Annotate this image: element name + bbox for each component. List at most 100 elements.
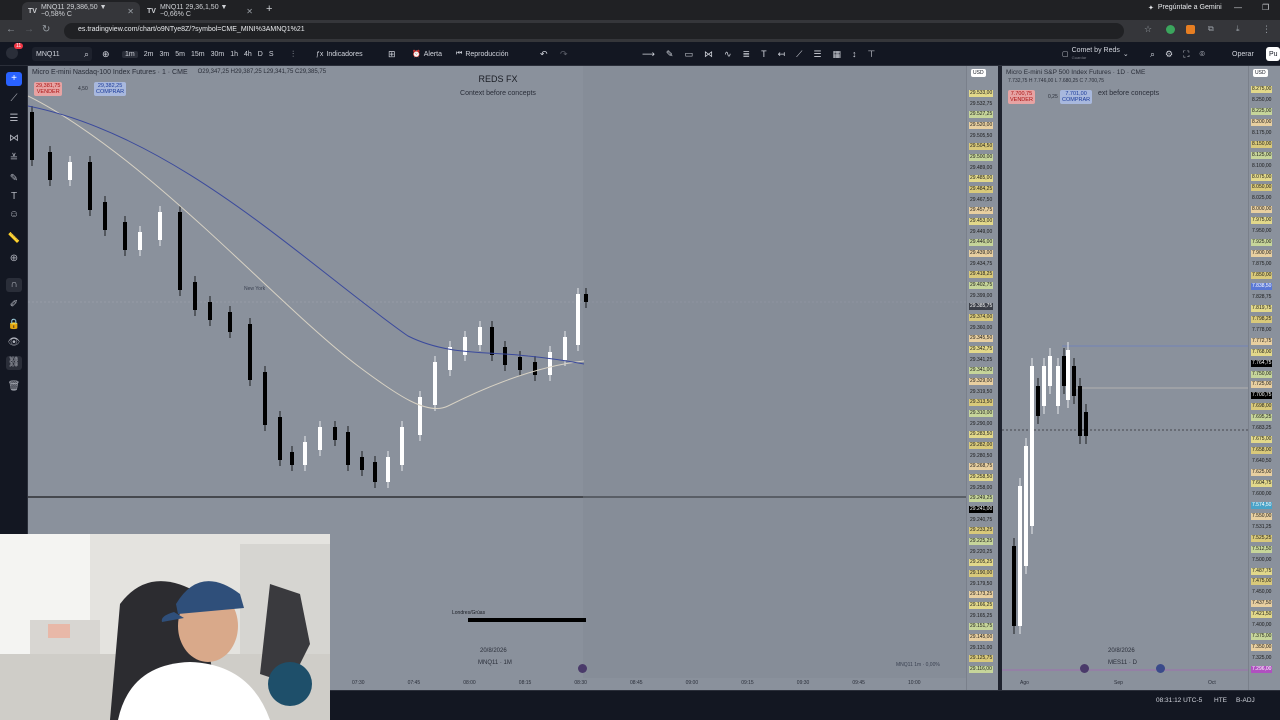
back-arrow-icon[interactable]: ← <box>6 24 16 35</box>
price-label: 8.150,00 <box>1251 140 1273 148</box>
channel-icon[interactable]: ☰ <box>813 49 821 60</box>
interval-D[interactable]: D <box>258 51 263 58</box>
text-icon[interactable]: T <box>6 190 22 204</box>
fib-icon[interactable]: ≣ <box>743 49 751 60</box>
extensions-puzzle-icon[interactable]: ⧉ <box>1208 24 1214 34</box>
minimize-icon[interactable]: — <box>1234 3 1242 12</box>
draw-mode-icon[interactable]: ✐ <box>6 298 22 312</box>
buy-button[interactable]: 7.701,00 COMPRAR <box>1060 90 1093 104</box>
sell-button[interactable]: 7.700,75 VENDER <box>1008 90 1035 104</box>
zoom-icon[interactable]: ⊕ <box>6 252 22 266</box>
candle <box>1018 486 1022 626</box>
pattern-icon[interactable]: ⋈ <box>6 132 22 146</box>
sell-button[interactable]: 29,381,75 VENDER <box>34 82 63 96</box>
time-tick: Sep <box>1114 680 1123 686</box>
event-marker-icon[interactable] <box>1080 664 1089 673</box>
pencil-icon[interactable]: ✎ <box>666 49 674 60</box>
interval-2m[interactable]: 2m <box>144 51 154 58</box>
gear-icon[interactable]: ⚙ <box>1165 49 1173 60</box>
interval-15m[interactable]: 15m <box>191 51 205 58</box>
emoji-icon[interactable]: ☺ <box>6 208 22 222</box>
crosshair-icon[interactable]: + <box>6 72 22 86</box>
forward-arrow-icon[interactable]: → <box>24 24 34 35</box>
trash-icon[interactable]: 🗑 <box>6 380 22 394</box>
interval-5m[interactable]: 5m <box>175 51 185 58</box>
menu-dots-icon[interactable]: ⋮ <box>1262 24 1271 35</box>
fullscreen-icon[interactable]: ⛶ <box>1183 49 1189 60</box>
search-icon[interactable]: ⌕ <box>84 47 89 61</box>
bookmark-star-icon[interactable]: ☆ <box>1144 24 1152 35</box>
browser-tab-1[interactable]: TV MNQ11 29,386,50 ▼ −0,58% C ✕ <box>22 2 140 20</box>
text-icon[interactable]: T <box>761 49 767 59</box>
symbol-search-input[interactable]: MNQ11 <box>32 47 92 61</box>
close-icon[interactable]: ✕ <box>246 7 253 16</box>
chart2-price-axis[interactable]: USD 8.275,00 8.250,00 8.225,00 8.200,00 8.17… <box>1248 66 1280 690</box>
download-icon[interactable]: ⤓ <box>1236 24 1240 34</box>
trend-line-icon[interactable]: ⟋ <box>6 92 22 106</box>
interval-3m[interactable]: 3m <box>159 51 169 58</box>
interval-4h[interactable]: 4h <box>244 51 252 58</box>
vertical-line-icon[interactable]: ↕ <box>852 49 857 59</box>
browser-tab-2[interactable]: TV MNQ11 29,36,1,50 ▼ −0,66% C ✕ <box>141 2 259 20</box>
url-field[interactable]: es.tradingview.com/chart/o9NTye8Z/?symbo… <box>64 23 1124 39</box>
alert-button[interactable]: ⏰ Alerta <box>412 47 442 61</box>
chart1-price-axis[interactable]: USD 29.533,00 29.532,75 29.527,25 29.520,00… <box>966 66 998 690</box>
interval-1h[interactable]: 1h <box>230 51 238 58</box>
eye-icon[interactable]: 👁 <box>6 336 22 350</box>
compare-plus-icon[interactable]: ⊕ <box>102 47 110 61</box>
horizontal-line-icon[interactable]: ⟶ <box>642 49 655 60</box>
ruler-icon[interactable]: 📏 <box>6 232 22 246</box>
price-label: 29.205,25 <box>969 559 994 567</box>
brush-icon[interactable]: ✎ <box>6 172 22 186</box>
gemini-button[interactable]: ✦ Pregúntale a Gemini <box>1148 4 1222 12</box>
search-icon[interactable]: ⌕ <box>1150 49 1155 60</box>
price-label: 8.100,00 <box>1252 162 1272 169</box>
candle <box>228 312 232 332</box>
new-tab-plus-icon[interactable]: + <box>266 3 272 15</box>
undo-icon[interactable]: ↶ <box>540 47 548 61</box>
adjustment-toggle[interactable]: B-ADJ <box>1236 697 1255 704</box>
candle <box>278 417 282 460</box>
magnet-icon[interactable]: ∩ <box>6 278 22 292</box>
trade-button[interactable]: Operar <box>1232 47 1254 61</box>
chart1-ohlc: O29,347,25 H29,387,25 L29,341,75 C29,385… <box>197 69 327 75</box>
event-marker-icon[interactable] <box>1156 664 1165 673</box>
sp500-chart-pane[interactable]: Micro E-mini S&P 500 Index Futures · 1D … <box>1002 66 1248 690</box>
indicators-button[interactable]: ƒx Indicadores <box>316 47 363 61</box>
interval-S[interactable]: S <box>269 51 274 58</box>
publish-button[interactable]: Pu <box>1266 47 1280 61</box>
interval-30m[interactable]: 30m <box>211 51 225 58</box>
camera-icon[interactable]: ⌾ <box>1199 49 1204 60</box>
clock-readout[interactable]: 08:31:12 UTC-5 <box>1156 697 1202 704</box>
buy-button[interactable]: 29,382,25 COMPRAR <box>94 82 127 96</box>
layout-grid-icon[interactable]: ⊞ <box>388 47 396 61</box>
trend-line-icon[interactable]: ⟋ <box>796 49 802 60</box>
session-readout[interactable]: HTE <box>1214 697 1227 704</box>
restore-icon[interactable]: ❐ <box>1262 3 1269 12</box>
replay-button[interactable]: ⏮ Reproducción <box>456 47 509 61</box>
layout-menu-button[interactable]: ▢ Comet by Reds Guardar ⌄ <box>1062 47 1129 61</box>
candle <box>68 162 72 180</box>
candle <box>360 457 364 470</box>
arrow-left-icon[interactable]: ↤ <box>778 49 786 60</box>
redo-icon[interactable]: ↷ <box>560 47 568 61</box>
extension-icon[interactable] <box>1186 25 1195 34</box>
candle <box>386 457 390 482</box>
projection-icon[interactable]: ≚ <box>6 152 22 166</box>
rectangle-icon[interactable]: ▭ <box>684 49 693 60</box>
price-label: 29.453,00 <box>969 218 994 225</box>
pattern-icon[interactable]: ⋈ <box>704 49 713 60</box>
link-icon[interactable]: ⛓ <box>6 356 22 370</box>
fib-icon[interactable]: ☰ <box>6 112 22 126</box>
grid-icon[interactable]: ▦ <box>833 49 842 60</box>
wave-icon[interactable]: ∿ <box>724 49 732 60</box>
lock-icon[interactable]: 🔒 <box>6 318 22 332</box>
anchor-text-icon[interactable]: ⊤ <box>868 49 876 60</box>
close-icon[interactable]: ✕ <box>127 7 134 16</box>
interval-1m[interactable]: 1m <box>122 50 138 58</box>
webcam-overlay <box>0 534 330 720</box>
chart-type-icon[interactable]: ⫶ <box>292 47 294 61</box>
reload-icon[interactable]: ↻ <box>42 24 50 35</box>
extension-icon[interactable] <box>1166 25 1175 34</box>
event-marker-icon[interactable] <box>578 664 587 673</box>
